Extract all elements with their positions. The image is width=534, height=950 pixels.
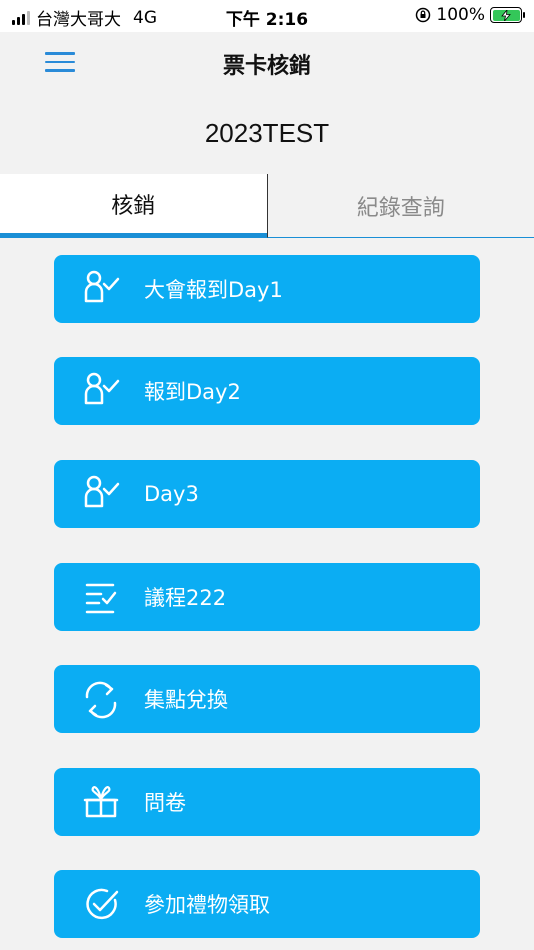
action-button-agenda[interactable]: 議程222 [54,563,480,631]
clock-check-icon [76,879,126,929]
action-label: 議程222 [144,586,227,610]
action-label: 大會報到Day1 [144,278,283,302]
action-label: 集點兌換 [144,688,228,712]
checklist-icon [76,572,126,622]
action-button-points-exchange[interactable]: 集點兌換 [54,665,480,733]
user-check-icon [76,366,126,416]
action-button-gift-claim[interactable]: 參加禮物領取 [54,870,480,938]
action-label: 參加禮物領取 [144,893,270,917]
action-button-day1-checkin[interactable]: 大會報到Day1 [54,255,480,323]
tab-redeem[interactable]: 核銷 [0,174,267,238]
nav-bar: 票卡核銷 [0,32,534,90]
user-check-icon [76,469,126,519]
page-title: 票卡核銷 [222,54,311,79]
action-button-day2-checkin[interactable]: 報到Day2 [54,357,480,425]
user-check-icon [76,264,126,314]
orientation-lock-icon [416,7,431,23]
battery-percent: 100% [436,5,485,25]
action-label: 報到Day2 [144,380,241,404]
action-label: 問卷 [144,791,186,815]
action-button-day3[interactable]: Day3 [54,460,480,528]
event-name: 2023TEST [204,118,330,148]
gift-icon [76,777,126,827]
action-button-survey[interactable]: 問卷 [54,768,480,836]
tab-bar: 核銷 紀錄查詢 [0,174,534,238]
status-bar: 台灣大哥大 4G 下午 2:16 100% [0,0,534,32]
status-right: 100% [415,5,525,25]
charging-bolt-icon [501,9,511,21]
tab-record-query[interactable]: 紀錄查詢 [266,174,534,238]
exchange-arrows-icon [76,674,126,724]
action-label: Day3 [144,482,199,506]
battery-icon [490,7,525,23]
